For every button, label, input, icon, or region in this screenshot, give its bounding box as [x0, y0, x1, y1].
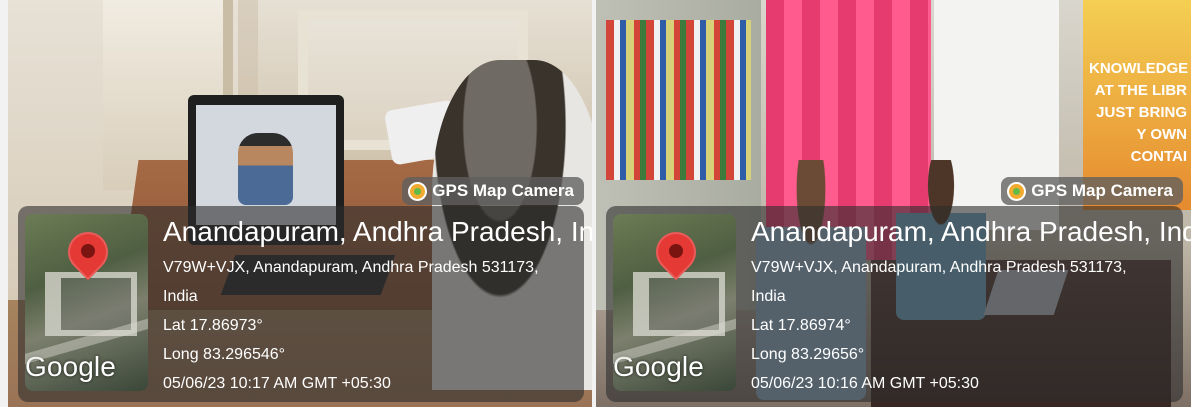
books — [606, 20, 751, 180]
poster-text: KNOWLEDGE AT THE LIBR JUST BRING Y OWN C… — [1089, 60, 1189, 165]
geo-photo-right: KNOWLEDGE AT THE LIBR JUST BRING Y OWN C… — [596, 0, 1191, 407]
photo-collage: GPS Map Camera Google Anandapuram, Andhr… — [0, 0, 1191, 407]
google-logo: Google — [613, 351, 704, 382]
pin-hole — [669, 244, 683, 258]
location-info: Anandapuram, Andhra Pradesh, India V79W+… — [751, 215, 1191, 398]
longitude-text: Long 83.296546° — [163, 346, 286, 363]
latitude-text: Lat 17.86974° — [751, 317, 851, 334]
location-panel: Google Anandapuram, Andhra Pradesh, Indi… — [18, 206, 592, 402]
google-logo: Google — [25, 351, 116, 382]
timestamp-text: 05/06/23 10:16 AM GMT +05:30 — [751, 375, 979, 392]
latitude-text: Lat 17.86973° — [163, 317, 263, 334]
map-pin-icon — [647, 223, 705, 288]
location-title: Anandapuram, Andhra Pradesh, India — [751, 216, 1191, 247]
badge-label: GPS Map Camera — [1031, 181, 1173, 200]
gps-map-camera-icon — [410, 183, 426, 199]
geo-photo-left: GPS Map Camera Google Anandapuram, Andhr… — [8, 0, 592, 407]
location-info: Anandapuram, Andhra Pradesh, India V79W+… — [163, 215, 592, 398]
gps-overlay-right: GPS Map Camera Google Anandapuram, Andhr… — [596, 170, 1191, 407]
gps-map-camera-badge: GPS Map Camera — [1001, 177, 1183, 205]
satellite-map-thumbnail: Google — [613, 214, 736, 391]
gps-map-camera-badge: GPS Map Camera — [402, 177, 584, 205]
address-line-1: V79W+VJX, Anandapuram, Andhra Pradesh 53… — [751, 259, 1127, 276]
satellite-map-thumbnail: Google — [25, 214, 148, 391]
address-line-2: India — [751, 288, 786, 305]
pin-hole — [81, 244, 95, 258]
timestamp-text: 05/06/23 10:17 AM GMT +05:30 — [163, 375, 391, 392]
address-line-1: V79W+VJX, Anandapuram, Andhra Pradesh 53… — [163, 259, 539, 276]
gps-map-camera-icon — [1009, 183, 1025, 199]
location-panel: Google Anandapuram, Andhra Pradesh, Indi… — [606, 206, 1191, 402]
longitude-text: Long 83.29656° — [751, 346, 865, 363]
badge-label: GPS Map Camera — [432, 181, 574, 200]
gps-overlay-left: GPS Map Camera Google Anandapuram, Andhr… — [8, 170, 592, 407]
location-title: Anandapuram, Andhra Pradesh, India — [163, 216, 592, 247]
map-pin-icon — [59, 223, 117, 288]
address-line-2: India — [163, 288, 198, 305]
